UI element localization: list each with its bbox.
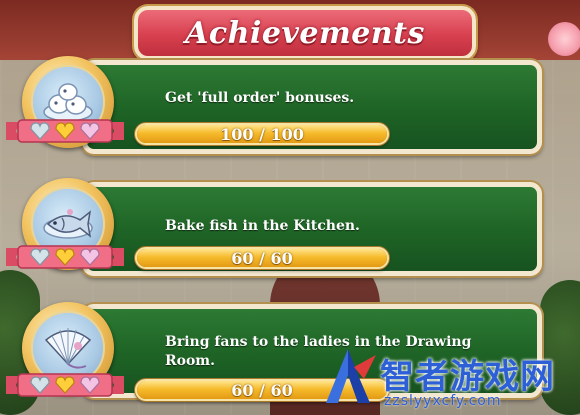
silver-heart-gem-icon bbox=[30, 122, 50, 140]
gem-row bbox=[30, 120, 100, 142]
silver-heart-gem-icon bbox=[30, 248, 50, 266]
achievement-description: Get 'full order' bonuses. bbox=[165, 90, 355, 106]
progress-bar: 60 / 60 bbox=[135, 247, 389, 269]
progress-bar: 100 / 100 bbox=[135, 123, 389, 145]
page-title: Achievements bbox=[185, 15, 425, 51]
watermark-url: zzslyyxcfy.com bbox=[384, 393, 502, 409]
silver-heart-gem-icon bbox=[30, 376, 50, 394]
achievement-row[interactable]: Get 'full order' bonuses. 100 / 100 bbox=[0, 56, 580, 176]
title-banner: Achievements bbox=[134, 6, 476, 60]
watermark-name: 智者游戏网 bbox=[380, 357, 555, 397]
pink-heart-gem-icon bbox=[80, 248, 100, 266]
gold-heart-gem-icon bbox=[55, 122, 75, 140]
gold-heart-gem-icon bbox=[55, 376, 75, 394]
progress-label: 100 / 100 bbox=[220, 124, 304, 144]
gem-row bbox=[30, 374, 100, 396]
achievement-description: Bake fish in the Kitchen. bbox=[165, 218, 360, 234]
zhizhe-logo-icon bbox=[318, 345, 380, 407]
pink-heart-gem-icon bbox=[80, 122, 100, 140]
achievement-panel: Bake fish in the Kitchen. 60 / 60 bbox=[82, 182, 542, 276]
gold-heart-gem-icon bbox=[55, 248, 75, 266]
pink-heart-gem-icon bbox=[80, 376, 100, 394]
achievement-panel: Get 'full order' bonuses. 100 / 100 bbox=[82, 60, 542, 154]
progress-label: 60 / 60 bbox=[231, 248, 293, 268]
watermark: 智者游戏网 zzslyyxcfy.com bbox=[318, 345, 580, 415]
gem-row bbox=[30, 246, 100, 268]
hand-fan-icon bbox=[40, 318, 96, 378]
background-flower bbox=[548, 22, 580, 56]
achievement-row[interactable]: Bake fish in the Kitchen. 60 / 60 bbox=[0, 178, 580, 298]
